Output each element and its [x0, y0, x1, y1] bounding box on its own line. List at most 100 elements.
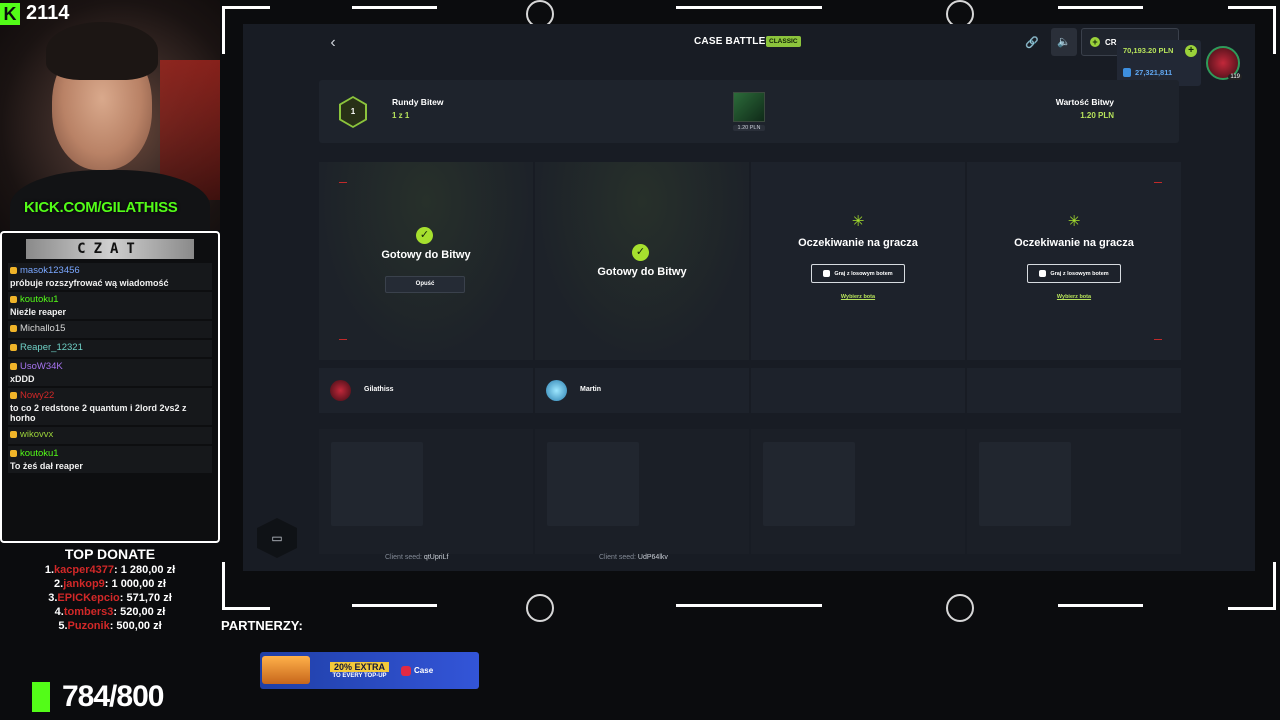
leave-button[interactable]: Opuść: [385, 276, 465, 293]
chat-username[interactable]: UsoW34K: [20, 361, 63, 372]
partner-banner: 20% EXTRA TO EVERY TOP-UP Case: [260, 652, 479, 689]
player-row-4: [967, 368, 1181, 413]
chat-message: Reaper_12321: [8, 340, 212, 357]
battle-info-bar: 1 Rundy Bitew 1 z 1 1.20 PLN Wartość Bit…: [319, 80, 1179, 143]
chat-icon[interactable]: ▭: [257, 518, 297, 558]
chat-username[interactable]: wikovvx: [20, 429, 53, 440]
chat-message: koutoku1 To żeś dał reaper: [8, 446, 212, 473]
play-with-random-bot-button[interactable]: Graj z losowym botem: [811, 264, 905, 283]
player-name[interactable]: Martin: [580, 386, 601, 393]
player-avatar[interactable]: [546, 380, 567, 401]
donor-name: jankop9: [63, 578, 105, 590]
donor-name: EPICKepcio: [57, 592, 120, 604]
mode-badge: CLASSIC: [766, 36, 801, 47]
banner-offer-percent: 20% EXTRA: [330, 662, 390, 672]
chat-username-row: masok123456: [10, 265, 210, 276]
kick-follower-count: 2114: [26, 2, 70, 24]
frame-line-top-1: [352, 6, 437, 9]
donor-amount: : 500,00 zł: [109, 620, 162, 632]
slot-marker: [1154, 339, 1162, 340]
round-number: 1: [341, 98, 365, 126]
frame-line-bottom-3: [1058, 604, 1143, 607]
ready-status: Gotowy do Bitwy: [597, 266, 687, 278]
chat-username[interactable]: Reaper_12321: [20, 342, 83, 353]
chat-username[interactable]: koutoku1: [20, 448, 59, 459]
donor-rank: 2.: [54, 578, 64, 590]
chat-username[interactable]: koutoku1: [20, 294, 59, 305]
link-icon[interactable]: 🔗: [1025, 36, 1039, 50]
seed-label: Client seed:: [385, 554, 422, 561]
chat-message-list: masok123456 próbuje rozszyfrować wą wiado…: [2, 259, 218, 475]
donor-row: 5.Puzonik: 500,00 zł: [0, 620, 220, 632]
donor-row: 1.kacper4377: 1 280,00 zł: [0, 564, 220, 576]
player-avatar[interactable]: [330, 380, 351, 401]
bot-icon: [1039, 270, 1047, 277]
battle-value-amount: 1.20 PLN: [1080, 111, 1114, 120]
donor-row: 3.EPICKepcio: 571,70 zł: [0, 592, 220, 604]
sound-toggle-button[interactable]: 🔈: [1051, 28, 1077, 56]
chat-username[interactable]: Nowy22: [20, 390, 54, 401]
chat-text: próbuje rozszyfrować wą wiadomość: [10, 278, 169, 288]
chat-username-row: koutoku1: [10, 448, 210, 459]
kick-channel-url: KICK.COM/GILATHISS: [24, 199, 178, 216]
chat-message: wikovvx: [8, 427, 212, 444]
chat-username-row: Nowy22: [10, 390, 210, 401]
donor-amount: : 1 280,00 zł: [113, 564, 176, 576]
chat-text: xDDD: [10, 374, 35, 384]
client-seed-1: Client seed: qtUpriLf: [385, 554, 448, 561]
chat-badge-icon: [10, 450, 17, 457]
user-avatar[interactable]: 119: [1206, 46, 1242, 80]
kick-logo-icon: K: [0, 2, 20, 25]
create-battle-label: CR: [1105, 37, 1117, 47]
webcam-person-hair: [46, 22, 158, 80]
player-name[interactable]: Gilathiss: [364, 386, 394, 393]
battle-value-label: Wartość Bitwy: [1055, 97, 1114, 107]
ready-check-icon: ✓: [416, 227, 433, 244]
chat-username-row: Reaper_12321: [10, 342, 210, 353]
round-hexagon: 1: [339, 96, 367, 128]
frame-line-top-3: [1058, 6, 1143, 9]
bot-button-label: Graj z losowym botem: [1050, 270, 1109, 277]
frame-line-top-2: [676, 6, 822, 9]
donor-name: tombers3: [63, 606, 114, 618]
donor-name: kacper4377: [54, 564, 114, 576]
choose-bot-link[interactable]: Wybierz bota: [967, 294, 1181, 300]
kick-goal-icon: [32, 682, 50, 712]
case-image[interactable]: [733, 92, 765, 122]
seed-label: Client seed:: [599, 554, 636, 561]
chat-badge-icon: [10, 392, 17, 399]
bot-button-label: Graj z losowym botem: [834, 270, 893, 277]
add-funds-icon[interactable]: +: [1185, 45, 1197, 57]
play-with-random-bot-button[interactable]: Graj z losowym botem: [1027, 264, 1121, 283]
player-row-1: Gilathiss: [319, 368, 533, 413]
frame-line-bottom-2: [676, 604, 822, 607]
item-placeholder: [763, 442, 855, 526]
page-title: CASE BATTLE: [694, 36, 766, 47]
chat-message: UsoW34K xDDD: [8, 359, 212, 386]
loading-spinner-icon: ✳: [851, 213, 865, 230]
plus-icon: +: [1090, 37, 1100, 47]
player-slot-4: ✳ Oczekiwanie na gracza Graj z losowym b…: [967, 162, 1181, 360]
chat-text: To żeś dał reaper: [10, 461, 83, 471]
chat-message: Nowy22 to co 2 redstone 2 quantum i 2lord…: [8, 388, 212, 425]
chat-username-row: wikovvx: [10, 429, 210, 440]
donor-amount: : 1 000,00 zł: [104, 578, 166, 590]
waiting-status: Oczekiwanie na gracza: [1014, 237, 1134, 249]
chat-username-row: Michallo15: [10, 323, 210, 334]
chat-username[interactable]: Michallo15: [20, 323, 65, 334]
stream-chat: CZAT masok123456 próbuje rozszyfrować wą …: [0, 231, 220, 543]
back-arrow-icon[interactable]: ‹: [323, 32, 343, 54]
chat-username[interactable]: masok123456: [20, 265, 80, 276]
balance-pln: 70,193.20 PLN: [1123, 46, 1174, 55]
item-placeholder: [547, 442, 639, 526]
choose-bot-link[interactable]: Wybierz bota: [751, 294, 965, 300]
chat-badge-icon: [10, 431, 17, 438]
top-bar: ‹ CASE BATTLE CLASSIC 🔗 🔈 + CR 70,193.20 …: [243, 24, 1255, 86]
items-column-4: [967, 429, 1181, 554]
donor-amount: : 520,00 zł: [113, 606, 166, 618]
rounds-label: Rundy Bitew: [392, 97, 444, 107]
items-column-3: [751, 429, 965, 554]
kick-url-name: GILATHISS: [101, 199, 178, 216]
player-slot-3: ✳ Oczekiwanie na gracza Graj z losowym b…: [751, 162, 965, 360]
top-donate-title: TOP DONATE: [64, 546, 156, 562]
